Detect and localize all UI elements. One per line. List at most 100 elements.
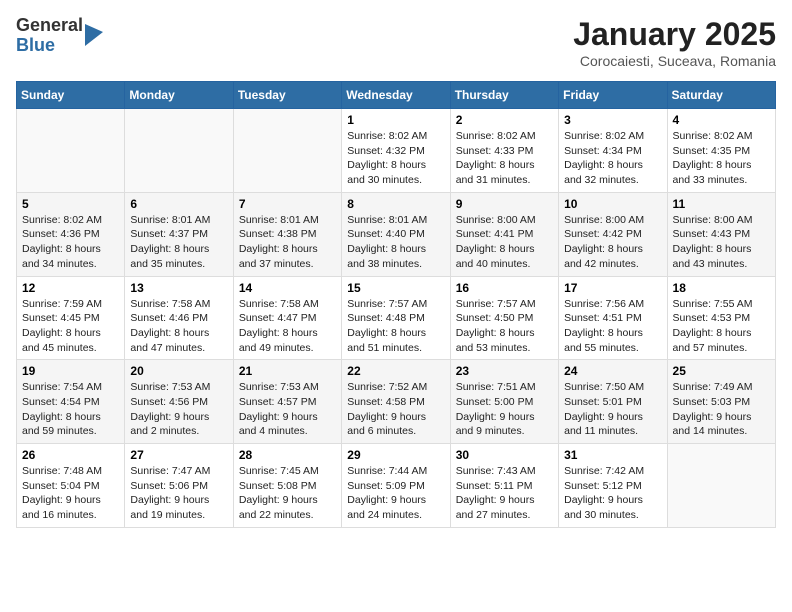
day-info: Sunrise: 7:53 AM Sunset: 4:57 PM Dayligh… <box>239 380 336 439</box>
calendar-cell: 27 Sunrise: 7:47 AM Sunset: 5:06 PM Dayli… <box>125 444 233 528</box>
calendar-cell: 24Sunrise: 7:50 AM Sunset: 5:01 PM Dayli… <box>559 360 667 444</box>
day-number: 21 <box>239 364 336 378</box>
header-sunday: Sunday <box>17 82 125 109</box>
day-number: 7 <box>239 197 336 211</box>
calendar-cell: 1Sunrise: 8:02 AM Sunset: 4:32 PM Daylig… <box>342 109 450 193</box>
calendar-cell: 8 Sunrise: 8:01 AM Sunset: 4:40 PM Daylig… <box>342 192 450 276</box>
day-number: 18 <box>673 281 770 295</box>
calendar-cell: 3 Sunrise: 8:02 AM Sunset: 4:34 PM Daylig… <box>559 109 667 193</box>
day-number: 10 <box>564 197 661 211</box>
calendar-week-row: 26 Sunrise: 7:48 AM Sunset: 5:04 PM Dayli… <box>17 444 776 528</box>
calendar-week-row: 12 Sunrise: 7:59 AM Sunset: 4:45 PM Dayli… <box>17 276 776 360</box>
calendar-cell: 4 Sunrise: 8:02 AM Sunset: 4:35 PM Daylig… <box>667 109 775 193</box>
calendar-cell: 23 Sunrise: 7:51 AM Sunset: 5:00 PM Dayli… <box>450 360 558 444</box>
day-info: Sunrise: 8:00 AM Sunset: 4:41 PM Dayligh… <box>456 213 553 272</box>
day-info: Sunrise: 7:44 AM Sunset: 5:09 PM Dayligh… <box>347 464 444 523</box>
logo-icon <box>85 24 103 46</box>
day-number: 22 <box>347 364 444 378</box>
day-number: 3 <box>564 113 661 127</box>
page-header: General Blue January 2025 Corocaiesti, S… <box>16 16 776 69</box>
calendar-cell <box>233 109 341 193</box>
calendar-cell: 9 Sunrise: 8:00 AM Sunset: 4:41 PM Daylig… <box>450 192 558 276</box>
calendar-cell: 30Sunrise: 7:43 AM Sunset: 5:11 PM Dayli… <box>450 444 558 528</box>
logo-line1: General <box>16 16 83 36</box>
day-info: Sunrise: 7:48 AM Sunset: 5:04 PM Dayligh… <box>22 464 119 523</box>
calendar-week-row: 5Sunrise: 8:02 AM Sunset: 4:36 PM Daylig… <box>17 192 776 276</box>
header-wednesday: Wednesday <box>342 82 450 109</box>
calendar-cell: 22 Sunrise: 7:52 AM Sunset: 4:58 PM Dayli… <box>342 360 450 444</box>
day-number: 25 <box>673 364 770 378</box>
day-number: 2 <box>456 113 553 127</box>
day-number: 16 <box>456 281 553 295</box>
day-info: Sunrise: 8:02 AM Sunset: 4:34 PM Dayligh… <box>564 129 661 188</box>
day-info: Sunrise: 8:00 AM Sunset: 4:43 PM Dayligh… <box>673 213 770 272</box>
calendar-cell: 16Sunrise: 7:57 AM Sunset: 4:50 PM Dayli… <box>450 276 558 360</box>
day-info: Sunrise: 7:42 AM Sunset: 5:12 PM Dayligh… <box>564 464 661 523</box>
calendar-cell: 17Sunrise: 7:56 AM Sunset: 4:51 PM Dayli… <box>559 276 667 360</box>
day-info: Sunrise: 8:01 AM Sunset: 4:40 PM Dayligh… <box>347 213 444 272</box>
calendar-cell: 18 Sunrise: 7:55 AM Sunset: 4:53 PM Dayli… <box>667 276 775 360</box>
day-info: Sunrise: 7:56 AM Sunset: 4:51 PM Dayligh… <box>564 297 661 356</box>
day-info: Sunrise: 8:02 AM Sunset: 4:36 PM Dayligh… <box>22 213 119 272</box>
calendar-title: January 2025 <box>573 16 776 53</box>
day-info: Sunrise: 8:02 AM Sunset: 4:35 PM Dayligh… <box>673 129 770 188</box>
calendar-cell: 15Sunrise: 7:57 AM Sunset: 4:48 PM Dayli… <box>342 276 450 360</box>
day-info: Sunrise: 7:43 AM Sunset: 5:11 PM Dayligh… <box>456 464 553 523</box>
calendar-cell: 7 Sunrise: 8:01 AM Sunset: 4:38 PM Daylig… <box>233 192 341 276</box>
calendar-cell: 26 Sunrise: 7:48 AM Sunset: 5:04 PM Dayli… <box>17 444 125 528</box>
calendar-cell: 19 Sunrise: 7:54 AM Sunset: 4:54 PM Dayli… <box>17 360 125 444</box>
calendar-cell <box>17 109 125 193</box>
day-number: 14 <box>239 281 336 295</box>
calendar-cell: 29 Sunrise: 7:44 AM Sunset: 5:09 PM Dayli… <box>342 444 450 528</box>
day-info: Sunrise: 8:00 AM Sunset: 4:42 PM Dayligh… <box>564 213 661 272</box>
day-number: 27 <box>130 448 227 462</box>
day-number: 6 <box>130 197 227 211</box>
day-info: Sunrise: 7:47 AM Sunset: 5:06 PM Dayligh… <box>130 464 227 523</box>
day-number: 29 <box>347 448 444 462</box>
calendar-header-row: SundayMondayTuesdayWednesdayThursdayFrid… <box>17 82 776 109</box>
calendar-cell: 2Sunrise: 8:02 AM Sunset: 4:33 PM Daylig… <box>450 109 558 193</box>
day-number: 9 <box>456 197 553 211</box>
header-friday: Friday <box>559 82 667 109</box>
day-number: 19 <box>22 364 119 378</box>
day-info: Sunrise: 7:54 AM Sunset: 4:54 PM Dayligh… <box>22 380 119 439</box>
day-info: Sunrise: 7:53 AM Sunset: 4:56 PM Dayligh… <box>130 380 227 439</box>
calendar-table: SundayMondayTuesdayWednesdayThursdayFrid… <box>16 81 776 528</box>
day-info: Sunrise: 7:58 AM Sunset: 4:46 PM Dayligh… <box>130 297 227 356</box>
header-monday: Monday <box>125 82 233 109</box>
day-info: Sunrise: 7:45 AM Sunset: 5:08 PM Dayligh… <box>239 464 336 523</box>
day-info: Sunrise: 7:58 AM Sunset: 4:47 PM Dayligh… <box>239 297 336 356</box>
day-info: Sunrise: 7:52 AM Sunset: 4:58 PM Dayligh… <box>347 380 444 439</box>
calendar-cell: 11Sunrise: 8:00 AM Sunset: 4:43 PM Dayli… <box>667 192 775 276</box>
calendar-cell: 28Sunrise: 7:45 AM Sunset: 5:08 PM Dayli… <box>233 444 341 528</box>
day-number: 12 <box>22 281 119 295</box>
calendar-week-row: 1Sunrise: 8:02 AM Sunset: 4:32 PM Daylig… <box>17 109 776 193</box>
day-number: 26 <box>22 448 119 462</box>
calendar-subtitle: Corocaiesti, Suceava, Romania <box>573 53 776 69</box>
calendar-cell: 5Sunrise: 8:02 AM Sunset: 4:36 PM Daylig… <box>17 192 125 276</box>
day-info: Sunrise: 8:01 AM Sunset: 4:37 PM Dayligh… <box>130 213 227 272</box>
day-info: Sunrise: 8:01 AM Sunset: 4:38 PM Dayligh… <box>239 213 336 272</box>
day-number: 8 <box>347 197 444 211</box>
day-number: 13 <box>130 281 227 295</box>
calendar-cell: 6 Sunrise: 8:01 AM Sunset: 4:37 PM Daylig… <box>125 192 233 276</box>
day-number: 23 <box>456 364 553 378</box>
logo-text: General Blue <box>16 16 83 56</box>
calendar-cell: 20Sunrise: 7:53 AM Sunset: 4:56 PM Dayli… <box>125 360 233 444</box>
logo-line2: Blue <box>16 36 83 56</box>
day-info: Sunrise: 7:55 AM Sunset: 4:53 PM Dayligh… <box>673 297 770 356</box>
day-info: Sunrise: 7:59 AM Sunset: 4:45 PM Dayligh… <box>22 297 119 356</box>
day-number: 1 <box>347 113 444 127</box>
header-tuesday: Tuesday <box>233 82 341 109</box>
title-block: January 2025 Corocaiesti, Suceava, Roman… <box>573 16 776 69</box>
calendar-cell: 13 Sunrise: 7:58 AM Sunset: 4:46 PM Dayli… <box>125 276 233 360</box>
calendar-cell: 31Sunrise: 7:42 AM Sunset: 5:12 PM Dayli… <box>559 444 667 528</box>
header-saturday: Saturday <box>667 82 775 109</box>
day-info: Sunrise: 7:57 AM Sunset: 4:48 PM Dayligh… <box>347 297 444 356</box>
calendar-cell <box>667 444 775 528</box>
calendar-cell: 25Sunrise: 7:49 AM Sunset: 5:03 PM Dayli… <box>667 360 775 444</box>
day-number: 4 <box>673 113 770 127</box>
day-info: Sunrise: 7:50 AM Sunset: 5:01 PM Dayligh… <box>564 380 661 439</box>
day-info: Sunrise: 7:51 AM Sunset: 5:00 PM Dayligh… <box>456 380 553 439</box>
calendar-cell: 14 Sunrise: 7:58 AM Sunset: 4:47 PM Dayli… <box>233 276 341 360</box>
